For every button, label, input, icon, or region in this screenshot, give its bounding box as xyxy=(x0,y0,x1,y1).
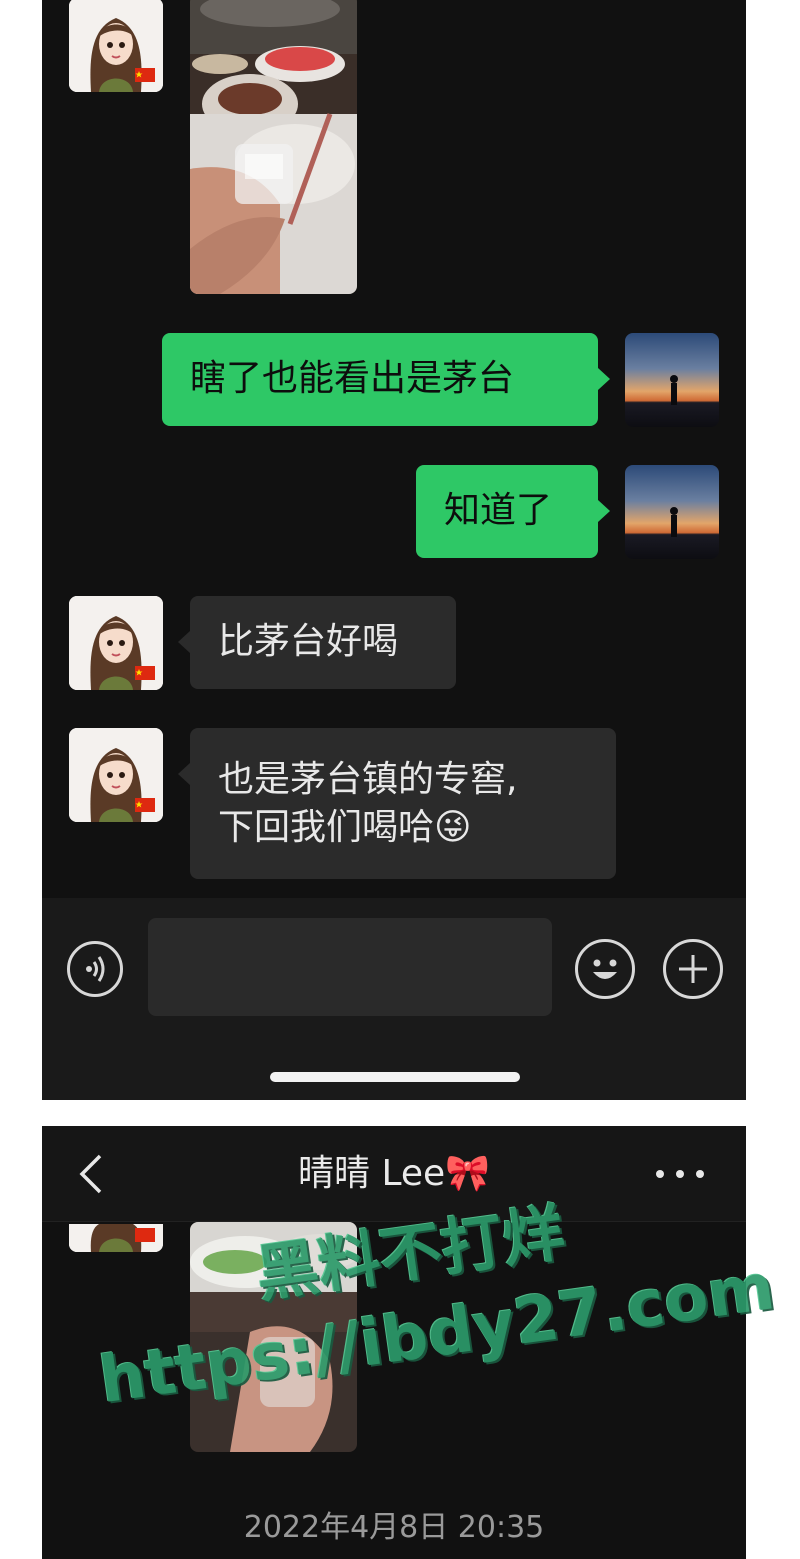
girl-avatar-icon xyxy=(69,0,163,92)
message-timestamp: 2022年4月8日 20:35 xyxy=(243,1510,545,1545)
message-text-line2: 下回我们喝哈😜 xyxy=(218,807,472,848)
silhouette-avatar-icon xyxy=(670,507,678,537)
bubble-tail xyxy=(598,500,610,522)
more-button[interactable] xyxy=(652,1162,708,1186)
silhouette-avatar-icon xyxy=(670,375,678,405)
dinner-photo-icon xyxy=(190,0,357,294)
girl-avatar-icon xyxy=(69,1224,163,1252)
chat-screen-top: 瞎了也能看出是茅台 知道了 比茅台好喝 也是茅台镇的专窖, 下回我们喝哈😜 xyxy=(42,0,746,1100)
message-text-line1: 也是茅台镇的专窖, xyxy=(218,759,518,800)
voice-icon xyxy=(86,956,105,982)
emoji-icon xyxy=(593,959,617,979)
message-text: 知道了 xyxy=(444,490,553,531)
contact-avatar[interactable] xyxy=(69,728,163,822)
sent-message-bubble[interactable]: 知道了 xyxy=(416,465,598,558)
wink-emoji-icon: 😜 xyxy=(434,807,472,848)
plus-icon xyxy=(679,955,707,983)
my-avatar[interactable] xyxy=(625,333,719,427)
contact-name: 晴晴 Lee xyxy=(298,1153,446,1194)
more-icon xyxy=(656,1170,704,1178)
message-text: 比茅台好喝 xyxy=(218,621,399,662)
sent-message-bubble[interactable]: 瞎了也能看出是茅台 xyxy=(162,333,598,426)
girl-avatar-icon xyxy=(69,728,163,822)
girl-avatar-icon xyxy=(69,596,163,690)
contact-avatar[interactable] xyxy=(69,1224,163,1252)
plus-button[interactable] xyxy=(663,939,723,999)
bubble-tail xyxy=(178,763,190,785)
my-avatar[interactable] xyxy=(625,465,719,559)
chat-image-liquor-dinner[interactable] xyxy=(190,0,357,294)
voice-button[interactable] xyxy=(67,941,123,997)
home-indicator[interactable] xyxy=(270,1072,520,1082)
received-message-bubble[interactable]: 比茅台好喝 xyxy=(190,596,456,689)
contact-avatar[interactable] xyxy=(69,0,163,92)
contact-avatar[interactable] xyxy=(69,596,163,690)
received-message-bubble[interactable]: 也是茅台镇的专窖, 下回我们喝哈😜 xyxy=(190,728,616,879)
bow-emoji-icon: 🎀 xyxy=(445,1153,490,1194)
bubble-tail xyxy=(178,631,190,653)
chat-title: 晴晴 Lee🎀 xyxy=(42,1150,746,1198)
message-text: 瞎了也能看出是茅台 xyxy=(190,358,515,399)
emoji-button[interactable] xyxy=(575,939,635,999)
message-input[interactable] xyxy=(148,918,552,1016)
bubble-tail xyxy=(598,368,610,390)
chat-input-bar xyxy=(42,898,746,1100)
